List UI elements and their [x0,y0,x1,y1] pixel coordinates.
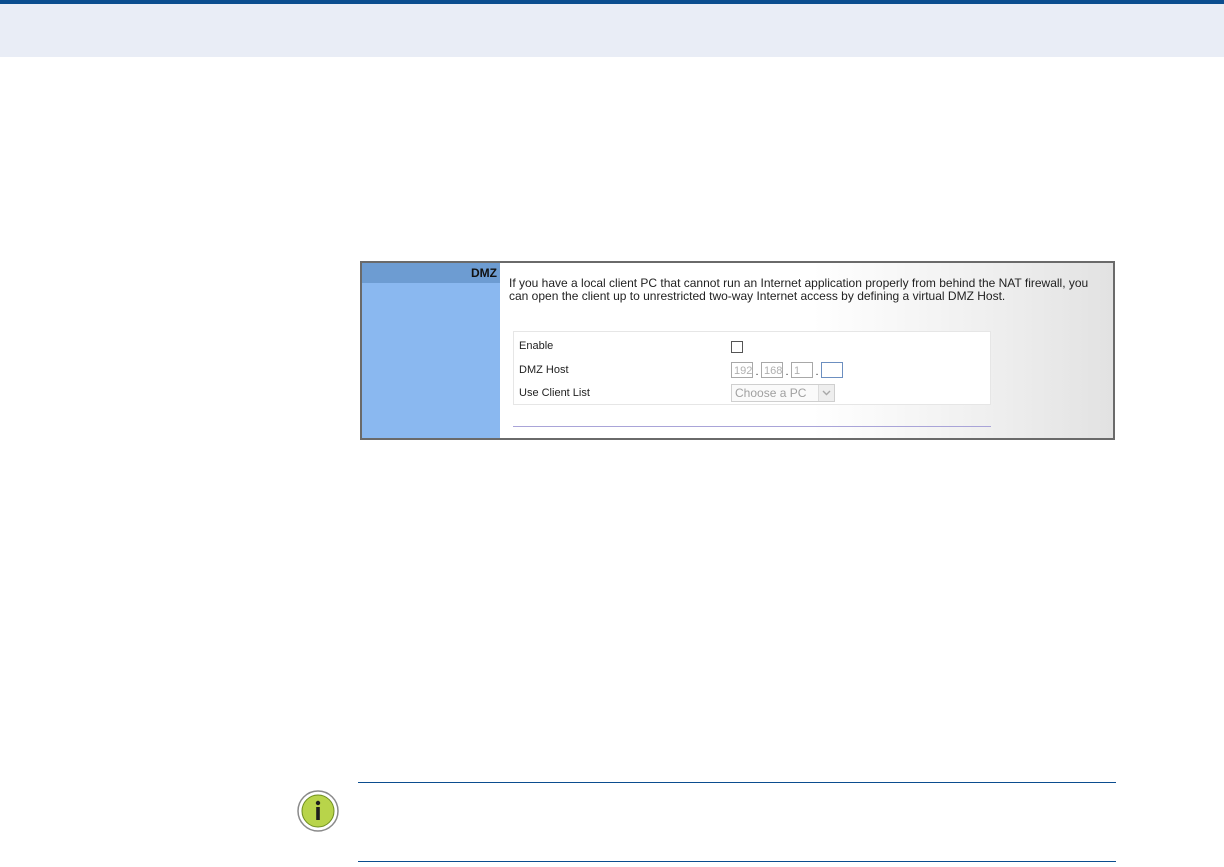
manual-page: DMZ If you have a local client PC that c… [0,0,1224,867]
note-block [296,782,1116,862]
dmz-content: If you have a local client PC that canno… [509,263,1104,303]
dmz-screenshot: DMZ If you have a local client PC that c… [360,261,1115,440]
enable-row: Enable [519,336,989,356]
dmz-section-title: DMZ [362,263,500,283]
enable-label: Enable [519,340,554,352]
ip-separator: . [815,366,819,378]
ip-separator: . [755,366,759,378]
note-bottom-rule [358,861,1116,862]
dmz-host-label: DMZ Host [519,364,569,376]
dmz-host-octet-2[interactable]: 168 [761,362,783,378]
client-list-control: Choose a PC [731,383,835,403]
page-header-band [0,0,1224,57]
dmz-host-ip: 192 . 168 . 1 . [731,360,843,380]
ip-separator: . [785,366,789,378]
client-list-value: Choose a PC [735,386,807,400]
chevron-down-icon[interactable] [818,385,834,401]
client-list-row: Use Client List Choose a PC [519,383,989,403]
dmz-form: Enable DMZ Host 192 . 168 . 1 . Use Clie… [513,331,991,405]
dmz-host-octet-3[interactable]: 1 [791,362,813,378]
form-divider [513,426,991,427]
client-list-label: Use Client List [519,387,590,399]
dmz-host-row: DMZ Host 192 . 168 . 1 . [519,360,989,380]
dmz-host-octet-4[interactable] [821,362,843,378]
enable-control [731,336,743,356]
dmz-description: If you have a local client PC that canno… [509,276,1089,303]
enable-checkbox[interactable] [731,341,743,353]
note-top-rule [358,782,1116,783]
info-icon [296,789,340,833]
dmz-host-octet-1[interactable]: 192 [731,362,753,378]
dmz-side-column: DMZ [362,263,500,438]
client-list-select[interactable]: Choose a PC [731,384,835,402]
